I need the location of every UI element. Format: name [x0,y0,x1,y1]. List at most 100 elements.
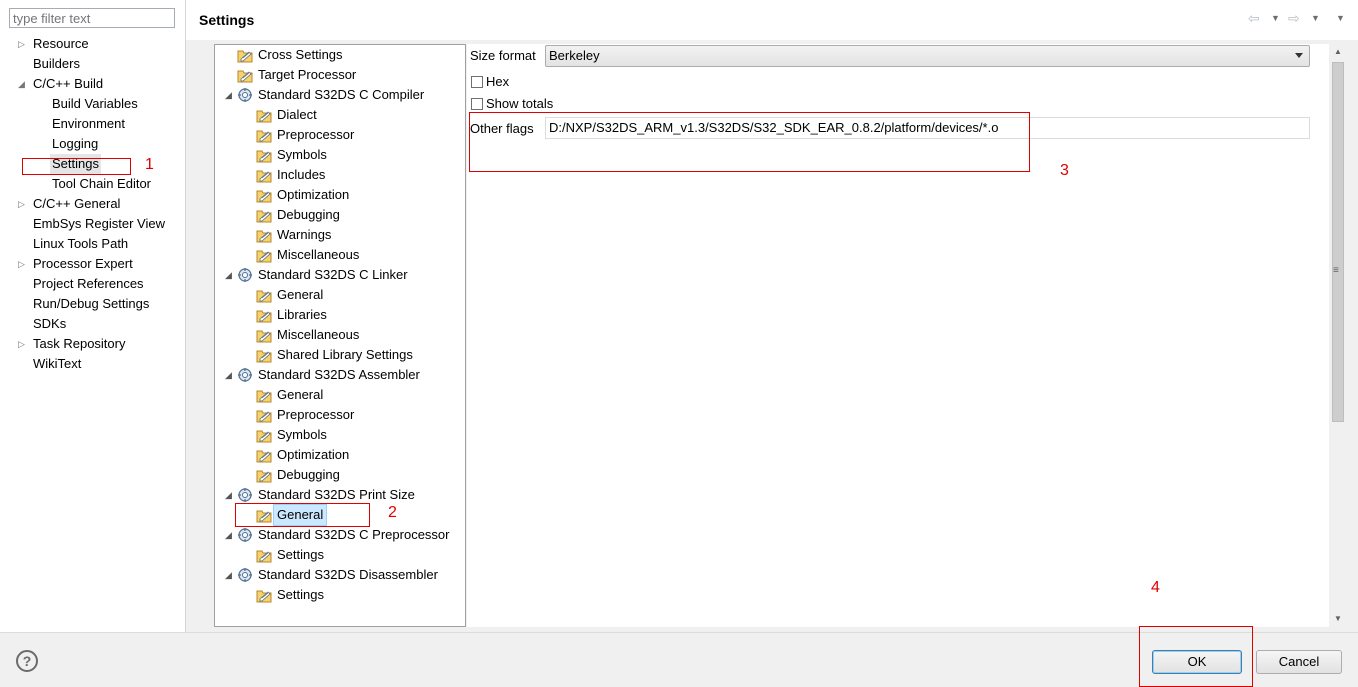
help-icon[interactable]: ? [16,650,38,672]
cancel-button[interactable]: Cancel [1256,650,1342,674]
forward-arrow-icon[interactable]: ⇨ [1288,10,1300,27]
annotation-box-4 [1139,626,1253,687]
settings-page-icon [256,287,272,303]
tree-item-settings[interactable]: Settings [277,545,324,565]
tool-gear-icon [237,487,253,503]
tree-item-dialect[interactable]: Dialect [277,105,317,125]
tree-item-target-processor[interactable]: Target Processor [258,65,356,85]
expand-arrow-icon[interactable]: ▷ [18,34,25,54]
tree-item-optimization[interactable]: Optimization [277,185,349,205]
tree-item-standard-s32ds-assembler[interactable]: Standard S32DS Assembler [258,365,420,385]
tree-item-settings[interactable]: Settings [277,585,324,605]
show-totals-label: Show totals [486,96,554,111]
tree-item-includes[interactable]: Includes [277,165,325,185]
annotation-box-3 [469,112,1030,172]
expand-arrow-icon[interactable]: ▷ [18,194,25,214]
size-format-label: Size format [470,48,536,63]
settings-page-icon [256,187,272,203]
page-title: Settings [199,12,255,28]
settings-page-icon [256,547,272,563]
tree-item-preprocessor[interactable]: Preprocessor [277,125,354,145]
tree-item-preprocessor[interactable]: Preprocessor [277,405,354,425]
preferences-nav: ▷ ResourceBuilders ◢ C/C++ BuildBuild Varia… [0,0,186,632]
tree-item-standard-s32ds-c-compiler[interactable]: Standard S32DS C Compiler [258,85,424,105]
tree-item-cross-settings[interactable]: Cross Settings [258,45,343,65]
scroll-up-icon[interactable]: ▲ [1334,47,1342,56]
settings-page-icon [256,427,272,443]
annotation-number-2: 2 [388,504,397,521]
filter-input[interactable] [9,8,175,28]
settings-page-icon [256,327,272,343]
annotation-number-1: 1 [145,156,154,173]
tree-item-general[interactable]: General [277,385,323,405]
nav-item-embsys-register-view[interactable]: EmbSys Register View [33,214,165,234]
settings-page-icon [256,167,272,183]
settings-page-icon [256,207,272,223]
grip-icon: ≡ [1333,265,1339,276]
tool-settings-tree[interactable]: Cross Settings Target Processor ◢ Standard … [214,44,466,627]
collapse-arrow-icon[interactable]: ◢ [18,74,25,94]
settings-page-icon [256,307,272,323]
collapse-arrow-icon[interactable]: ◢ [225,265,232,285]
tool-gear-icon [237,267,253,283]
settings-page-icon [256,147,272,163]
nav-item-task-repository[interactable]: Task Repository [33,334,125,354]
forward-dropdown-icon[interactable]: ▼ [1311,13,1320,23]
back-dropdown-icon[interactable]: ▼ [1271,13,1280,23]
collapse-arrow-icon[interactable]: ◢ [225,85,232,105]
show-totals-checkbox[interactable] [471,98,483,110]
nav-item-run-debug-settings[interactable]: Run/Debug Settings [33,294,149,314]
nav-item-build-variables[interactable]: Build Variables [52,94,138,114]
nav-item-wikitext[interactable]: WikiText [33,354,81,374]
nav-item-linux-tools-path[interactable]: Linux Tools Path [33,234,128,254]
settings-page-icon [256,227,272,243]
nav-item-environment[interactable]: Environment [52,114,125,134]
settings-page-icon [256,387,272,403]
nav-item-project-references[interactable]: Project References [33,274,144,294]
tree-item-standard-s32ds-c-linker[interactable]: Standard S32DS C Linker [258,265,408,285]
tree-item-standard-s32ds-c-preprocessor[interactable]: Standard S32DS C Preprocessor [258,525,449,545]
settings-page-icon [237,47,253,63]
tree-item-warnings[interactable]: Warnings [277,225,331,245]
collapse-arrow-icon[interactable]: ◢ [225,485,232,505]
tree-item-general[interactable]: General [277,285,323,305]
annotation-number-3: 3 [1060,162,1069,179]
tree-item-shared-library-settings[interactable]: Shared Library Settings [277,345,413,365]
nav-item-resource[interactable]: Resource [33,34,89,54]
tree-item-miscellaneous[interactable]: Miscellaneous [277,325,359,345]
page-header [186,0,1358,40]
annotation-box-1 [22,158,131,175]
size-format-select[interactable]: Berkeley [545,45,1310,67]
expand-arrow-icon[interactable]: ▷ [18,254,25,274]
tree-item-symbols[interactable]: Symbols [277,145,327,165]
nav-item-builders[interactable]: Builders [33,54,80,74]
scroll-down-icon[interactable]: ▼ [1334,614,1342,623]
tree-item-debugging[interactable]: Debugging [277,205,340,225]
settings-page-icon [256,247,272,263]
collapse-arrow-icon[interactable]: ◢ [225,525,232,545]
tree-item-standard-s32ds-print-size[interactable]: Standard S32DS Print Size [258,485,415,505]
tree-item-optimization[interactable]: Optimization [277,445,349,465]
tree-item-miscellaneous[interactable]: Miscellaneous [277,245,359,265]
tree-item-libraries[interactable]: Libraries [277,305,327,325]
nav-item-tool-chain-editor[interactable]: Tool Chain Editor [52,174,151,194]
back-arrow-icon[interactable]: ⇦ [1248,10,1260,27]
settings-page-icon [256,107,272,123]
tree-item-debugging[interactable]: Debugging [277,465,340,485]
nav-item-c-c-general[interactable]: C/C++ General [33,194,120,214]
settings-page-icon [256,127,272,143]
tool-gear-icon [237,567,253,583]
settings-page-icon [237,67,253,83]
hex-checkbox[interactable] [471,76,483,88]
nav-item-c-c-build[interactable]: C/C++ Build [33,74,103,94]
tree-item-standard-s32ds-disassembler[interactable]: Standard S32DS Disassembler [258,565,438,585]
collapse-arrow-icon[interactable]: ◢ [225,365,232,385]
tree-item-symbols[interactable]: Symbols [277,425,327,445]
view-menu-icon[interactable]: ▼ [1336,13,1345,23]
nav-item-logging[interactable]: Logging [52,134,98,154]
expand-arrow-icon[interactable]: ▷ [18,334,25,354]
nav-item-sdks[interactable]: SDKs [33,314,66,334]
nav-item-processor-expert[interactable]: Processor Expert [33,254,133,274]
scrollbar-thumb[interactable] [1332,62,1344,422]
collapse-arrow-icon[interactable]: ◢ [225,565,232,585]
